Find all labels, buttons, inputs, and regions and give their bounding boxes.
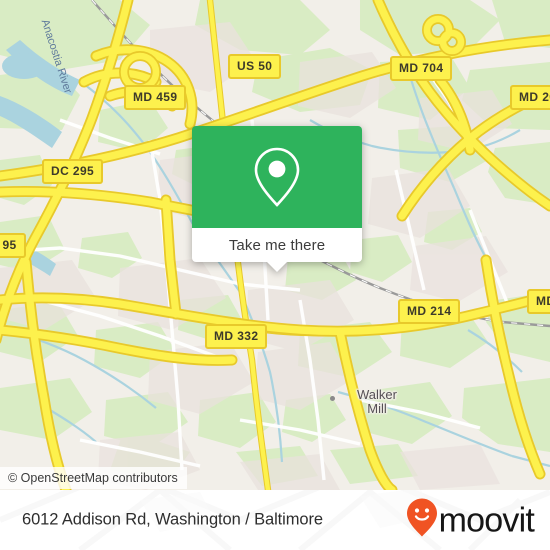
- moovit-smiley-pin-icon: [406, 498, 438, 543]
- road-shield-md-202[interactable]: MD 202: [510, 85, 550, 110]
- moovit-logo[interactable]: moovit: [406, 498, 535, 543]
- footer-bar: 6012 Addison Rd, Washington / Baltimore …: [0, 490, 550, 550]
- map-pin-icon: [252, 146, 302, 208]
- popup-action-panel[interactable]: Take me there: [192, 228, 362, 272]
- take-me-there-label: Take me there: [228, 236, 326, 254]
- popup-tail: [266, 261, 288, 272]
- road-shield-md-704[interactable]: MD 704: [390, 56, 453, 81]
- road-shield-md-right-edge[interactable]: MD: [527, 289, 550, 314]
- location-popup-card[interactable]: Take me there: [192, 126, 362, 272]
- moovit-map-screenshot: US 50 MD 459 MD 704 MD 202 DC 295 I 95 M…: [0, 0, 550, 550]
- road-shield-md-459[interactable]: MD 459: [124, 85, 187, 110]
- openstreetmap-attribution[interactable]: © OpenStreetMap contributors: [0, 467, 187, 489]
- moovit-logo-text: moovit: [438, 501, 535, 539]
- road-shield-us-50[interactable]: US 50: [228, 54, 282, 79]
- road-shield-md-332[interactable]: MD 332: [205, 324, 268, 349]
- road-shield-dc-295[interactable]: DC 295: [42, 159, 104, 184]
- map-canvas[interactable]: US 50 MD 459 MD 704 MD 202 DC 295 I 95 M…: [0, 0, 550, 490]
- road-shield-i-95[interactable]: I 95: [0, 233, 26, 258]
- place-label-walker-mill: Walker Mill: [357, 387, 397, 416]
- popup-pin-panel: [192, 126, 362, 228]
- road-shield-md-214[interactable]: MD 214: [398, 299, 461, 324]
- place-dot-walker-mill: [330, 396, 335, 401]
- address-text: 6012 Addison Rd, Washington / Baltimore: [22, 510, 323, 529]
